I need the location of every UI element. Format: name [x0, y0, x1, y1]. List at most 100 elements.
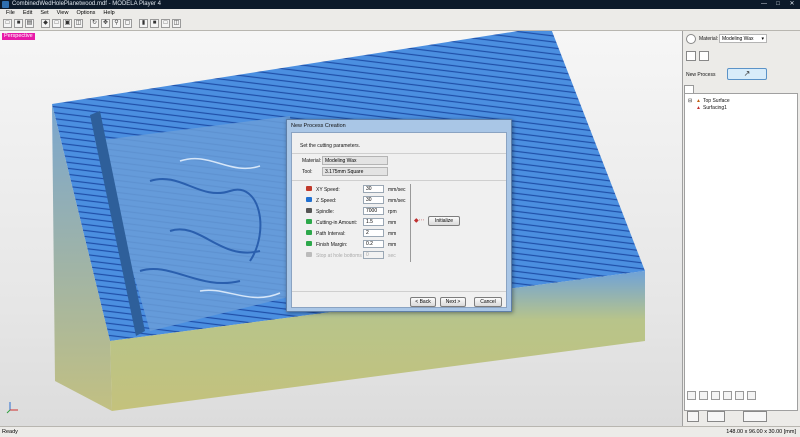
- preview-cut-icon[interactable]: [707, 411, 725, 422]
- material-select-value: Modeling Wax: [722, 36, 754, 42]
- new-process-dialog: New Process Creation Set the cutting par…: [286, 119, 512, 312]
- tree-tool-icon[interactable]: [687, 391, 696, 400]
- z-speed-input[interactable]: 30: [363, 196, 384, 204]
- menu-edit[interactable]: Edit: [23, 10, 32, 16]
- tree-tool-icon[interactable]: [711, 391, 720, 400]
- model-dimensions: 148.00 x 96.00 x 30.00 [mm]: [726, 429, 796, 435]
- process-icon: ▲: [696, 105, 701, 111]
- status-text: Ready: [2, 429, 18, 435]
- cube-wire-icon[interactable]: □: [161, 19, 170, 28]
- window-title: CombinedWedHolePlanetwood.mdf - MODELA P…: [12, 1, 161, 7]
- right-panel: Material: Modeling Wax ▾ New Process ↗ ⊟…: [682, 31, 800, 426]
- xy-speed-input[interactable]: 30: [363, 185, 384, 193]
- status-bar: Ready 148.00 x 96.00 x 30.00 [mm]: [0, 426, 800, 437]
- chevron-down-icon: ▾: [761, 36, 764, 42]
- spindle-label: Spindle:: [316, 209, 335, 215]
- zoom-icon[interactable]: ⚲: [112, 19, 121, 28]
- cube-cut-icon[interactable]: ◫: [172, 19, 181, 28]
- zoom-fit-icon[interactable]: ▢: [123, 19, 132, 28]
- divider: [292, 153, 506, 154]
- material-value: Modeling Wax: [322, 156, 388, 165]
- xy-speed-label: XY Speed:: [316, 187, 340, 193]
- next-button[interactable]: Next >: [440, 297, 466, 307]
- close-button[interactable]: ✕: [787, 1, 797, 8]
- minimize-button[interactable]: —: [759, 1, 769, 8]
- toolbar-separator: [134, 19, 137, 28]
- maximize-button[interactable]: □: [773, 1, 783, 8]
- instruction-text: Set the cutting parameters.: [300, 143, 361, 149]
- preview-icon[interactable]: [699, 51, 709, 61]
- process-tab[interactable]: [684, 85, 694, 93]
- divider: [292, 291, 506, 292]
- material-label: Material:: [699, 36, 719, 42]
- material-select[interactable]: Modeling Wax ▾: [719, 34, 767, 43]
- xy-speed-unit: mm/sec: [388, 187, 406, 193]
- hole-stop-input: 0: [363, 251, 384, 259]
- menu-set[interactable]: Set: [40, 10, 48, 16]
- z-speed-label: Z Speed:: [316, 198, 337, 204]
- cutting-in-unit: mm: [388, 220, 397, 226]
- tree-tool-icon[interactable]: [723, 391, 732, 400]
- view-right-icon[interactable]: ◫: [74, 19, 83, 28]
- viewport-label: Perspective: [2, 33, 35, 40]
- tool-value: 3.175mm Square: [322, 167, 388, 176]
- toolbar-separator: [36, 19, 39, 28]
- tree-expand-icon[interactable]: ⊟: [688, 98, 692, 104]
- tree-item-surfacing[interactable]: Surfacing1: [703, 105, 727, 111]
- dialog-body: Set the cutting parameters. Material: Mo…: [291, 132, 507, 308]
- menu-help[interactable]: Help: [103, 10, 114, 16]
- menu-view[interactable]: View: [57, 10, 69, 16]
- initialize-button[interactable]: Initialize: [428, 216, 460, 226]
- path-interval-label: Path Interval:: [316, 231, 346, 237]
- tool-label: Tool:: [302, 169, 313, 175]
- z-speed-unit: mm/sec: [388, 198, 406, 204]
- menu-options[interactable]: Options: [76, 10, 95, 16]
- divider: [292, 180, 506, 181]
- tree-item-top-surface[interactable]: Top Surface: [703, 98, 730, 104]
- back-button[interactable]: < Back: [410, 297, 436, 307]
- cube-iso-icon[interactable]: ▮: [139, 19, 148, 28]
- menu-bar: File Edit Set View Options Help: [0, 9, 800, 17]
- finish-margin-input[interactable]: 0.2: [363, 240, 384, 248]
- surface-icon: ▲: [696, 98, 701, 104]
- menu-file[interactable]: File: [6, 10, 15, 16]
- process-tree[interactable]: ⊟ ▲ Top Surface ▲ Surfacing1: [684, 93, 798, 411]
- finish-margin-label: Finish Margin:: [316, 242, 348, 248]
- dialog-title: New Process Creation: [291, 123, 346, 129]
- new-process-label: New Process: [686, 72, 716, 78]
- cube-solid-icon[interactable]: ■: [150, 19, 159, 28]
- cut-icon[interactable]: [743, 411, 767, 422]
- z-speed-icon: [306, 197, 312, 202]
- pan-icon[interactable]: ✥: [101, 19, 110, 28]
- tree-tool-icon[interactable]: [747, 391, 756, 400]
- tool-icon[interactable]: [686, 51, 696, 61]
- tree-tool-icon[interactable]: [735, 391, 744, 400]
- cancel-button[interactable]: Cancel: [474, 297, 502, 307]
- toolbar: □ ■ ▤ ◆ □ ▣ ◫ ↻ ✥ ⚲ ▢ ▮ ■ □ ◫: [0, 17, 800, 31]
- tree-tool-icon[interactable]: [699, 391, 708, 400]
- new-process-button[interactable]: ↗: [727, 68, 767, 80]
- spindle-input[interactable]: 7000: [363, 207, 384, 215]
- hole-stop-unit: sec: [388, 253, 396, 259]
- print-icon[interactable]: ▤: [25, 19, 34, 28]
- view-top-icon[interactable]: □: [52, 19, 61, 28]
- arrow-left-icon: ◆‧‧‧: [414, 218, 425, 224]
- save-icon[interactable]: ■: [14, 19, 23, 28]
- path-interval-input[interactable]: 2: [363, 229, 384, 237]
- view-3d-icon[interactable]: ◆: [41, 19, 50, 28]
- xy-speed-icon: [306, 186, 312, 191]
- finish-margin-unit: mm: [388, 242, 397, 248]
- view-front-icon[interactable]: ▣: [63, 19, 72, 28]
- spindle-icon: [306, 208, 312, 213]
- axis-indicator-icon: [6, 402, 18, 414]
- bracket-line: [410, 184, 411, 262]
- open-icon[interactable]: □: [3, 19, 12, 28]
- cutting-in-label: Cutting-in Amount:: [316, 220, 358, 226]
- rotate-icon[interactable]: ↻: [90, 19, 99, 28]
- material-icon[interactable]: [686, 34, 696, 44]
- stop-icon[interactable]: [687, 411, 699, 422]
- spindle-unit: rpm: [388, 209, 397, 215]
- cutting-in-input[interactable]: 1.5: [363, 218, 384, 226]
- title-bar: CombinedWedHolePlanetwood.mdf - MODELA P…: [0, 0, 800, 9]
- finish-margin-icon: [306, 241, 312, 246]
